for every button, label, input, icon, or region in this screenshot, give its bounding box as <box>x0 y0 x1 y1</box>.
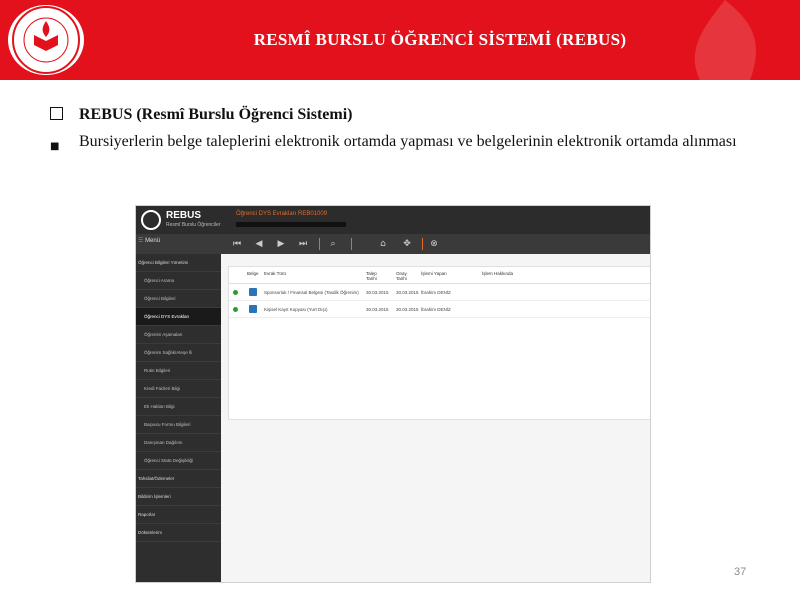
table-row[interactable]: Kişisel Kayıt Kopyası (Yurt Dışı) 30.03.… <box>229 301 650 318</box>
toolbar-separator <box>351 238 352 250</box>
table-header: Belge Evrak Türü Talep Tarihi Onay Tarih… <box>229 267 650 284</box>
sidebar-group[interactable]: Tahsilat/Ödemeler <box>136 470 221 488</box>
home-icon[interactable]: ⌂ <box>378 239 388 249</box>
cell-approved: 30.03.2015 <box>396 290 419 295</box>
slide-title: RESMÎ BURSLU ÖĞRENCİ SİSTEMİ (REBUS) <box>253 30 627 49</box>
app-sidebar: Öğrenci Bilgileri Yönetimi Öğrenci Arama… <box>136 254 221 582</box>
cell-approved: 30.03.2015 <box>396 307 419 312</box>
sidebar-item[interactable]: Kredi Faizleri Bilgi <box>136 380 221 398</box>
toolbar-separator <box>319 238 320 250</box>
bullet-item: ■ Bursiyerlerin belge taleplerini elektr… <box>50 131 755 157</box>
bullet-text: Bursiyerlerin belge taleplerini elektron… <box>79 133 737 150</box>
sidebar-group[interactable]: Bildirim İşlemleri <box>136 488 221 506</box>
small-square-bullet-icon: ■ <box>50 141 60 152</box>
sidebar-item[interactable]: Rutin Bilgileri <box>136 362 221 380</box>
sidebar-group-student-management[interactable]: Öğrenci Bilgileri Yönetimi <box>136 254 221 272</box>
sidebar-item[interactable]: Danışman Dağılımı <box>136 434 221 452</box>
toolbar-separator <box>422 238 423 250</box>
ministry-logo <box>8 5 84 75</box>
rebus-app-screenshot: REBUS Resmî Burslu Öğrenciler Öğrenci DY… <box>135 205 651 583</box>
sidebar-group[interactable]: Raporlar <box>136 506 221 524</box>
close-icon[interactable]: ⊗ <box>429 239 439 249</box>
column-header: Onay Tarihi <box>396 271 407 281</box>
square-bullet-icon <box>50 107 63 120</box>
app-logo-text: REBUS <box>166 210 202 221</box>
column-header: İşlemi Yapan <box>421 271 447 276</box>
sidebar-item[interactable]: Öğrenci Arama <box>136 272 221 290</box>
menu-button[interactable]: ☰ Menü <box>138 237 160 244</box>
next-icon[interactable]: ▶ <box>276 239 286 249</box>
column-header: Talep Tarihi <box>366 271 377 281</box>
app-topbar: REBUS Resmî Burslu Öğrenciler Öğrenci DY… <box>136 206 650 234</box>
slide-header: RESMÎ BURSLU ÖĞRENCİ SİSTEMİ (REBUS) <box>0 0 800 80</box>
sidebar-item[interactable]: Öğrenci Statü Değişikliği <box>136 452 221 470</box>
last-page-icon[interactable]: ⏭ <box>298 239 308 249</box>
previous-icon[interactable]: ◀ <box>254 239 264 249</box>
edit-icon[interactable] <box>249 288 257 296</box>
sidebar-group[interactable]: Dökümlerim <box>136 524 221 542</box>
first-page-icon[interactable]: ⏮ <box>232 239 242 249</box>
search-icon[interactable]: ⌕ <box>328 239 338 249</box>
documents-table: Belge Evrak Türü Talep Tarihi Onay Tarih… <box>228 266 650 420</box>
app-toolbar: ☰ Menü ⏮ ◀ ▶ ⏭ ⌕ ⌂ ✥ ⊗ <box>136 234 650 254</box>
sidebar-item[interactable]: Ek Hakları Bilgi <box>136 398 221 416</box>
column-header: Evrak Türü <box>264 271 286 276</box>
sidebar-item[interactable]: Öğrenim Aşamaları <box>136 326 221 344</box>
column-header: Belge <box>247 271 259 276</box>
page-number: 37 <box>734 566 747 578</box>
cell-by: İbrahim DENİZ <box>421 307 451 312</box>
cell-requested: 30.03.2015 <box>366 307 389 312</box>
sidebar-item[interactable]: Öğrenim Sağlık/Ateşe İli <box>136 344 221 362</box>
sidebar-item[interactable]: Başvuru Formu Bilgileri <box>136 416 221 434</box>
table-row[interactable]: Sponsorluk / Finansal Belgesi (Tasdik Öğ… <box>229 284 650 301</box>
cell-requested: 30.03.2015 <box>366 290 389 295</box>
cell-by: İbrahim DENİZ <box>421 290 451 295</box>
redacted-bar <box>236 222 346 227</box>
edit-icon[interactable] <box>249 305 257 313</box>
app-window-title: Öğrenci DYS Evrakları REB01009 <box>236 211 328 217</box>
status-dot-icon <box>233 307 238 312</box>
bullet-item: REBUS (Resmî Burslu Öğrenci Sistemi) <box>50 104 755 125</box>
menu-label: Menü <box>145 238 161 244</box>
sidebar-item-active[interactable]: Öğrenci DYS Evrakları <box>136 308 221 326</box>
expand-icon[interactable]: ✥ <box>402 239 412 249</box>
app-logo-subtitle: Resmî Burslu Öğrenciler <box>166 222 221 228</box>
bullet-list: REBUS (Resmî Burslu Öğrenci Sistemi) ■ B… <box>50 104 755 157</box>
bullet-text: REBUS (Resmî Burslu Öğrenci Sistemi) <box>79 106 353 123</box>
status-dot-icon <box>233 290 238 295</box>
column-header: İşlem Hakkında <box>482 271 514 276</box>
cell-type: Kişisel Kayıt Kopyası (Yurt Dışı) <box>264 307 328 312</box>
app-content: Belge Evrak Türü Talep Tarihi Onay Tarih… <box>221 254 650 582</box>
sidebar-item[interactable]: Öğrenci Bilgileri <box>136 290 221 308</box>
rebus-logo-icon <box>141 210 161 230</box>
cell-type: Sponsorluk / Finansal Belgesi (Tasdik Öğ… <box>264 290 359 295</box>
hamburger-icon: ☰ <box>138 238 144 244</box>
